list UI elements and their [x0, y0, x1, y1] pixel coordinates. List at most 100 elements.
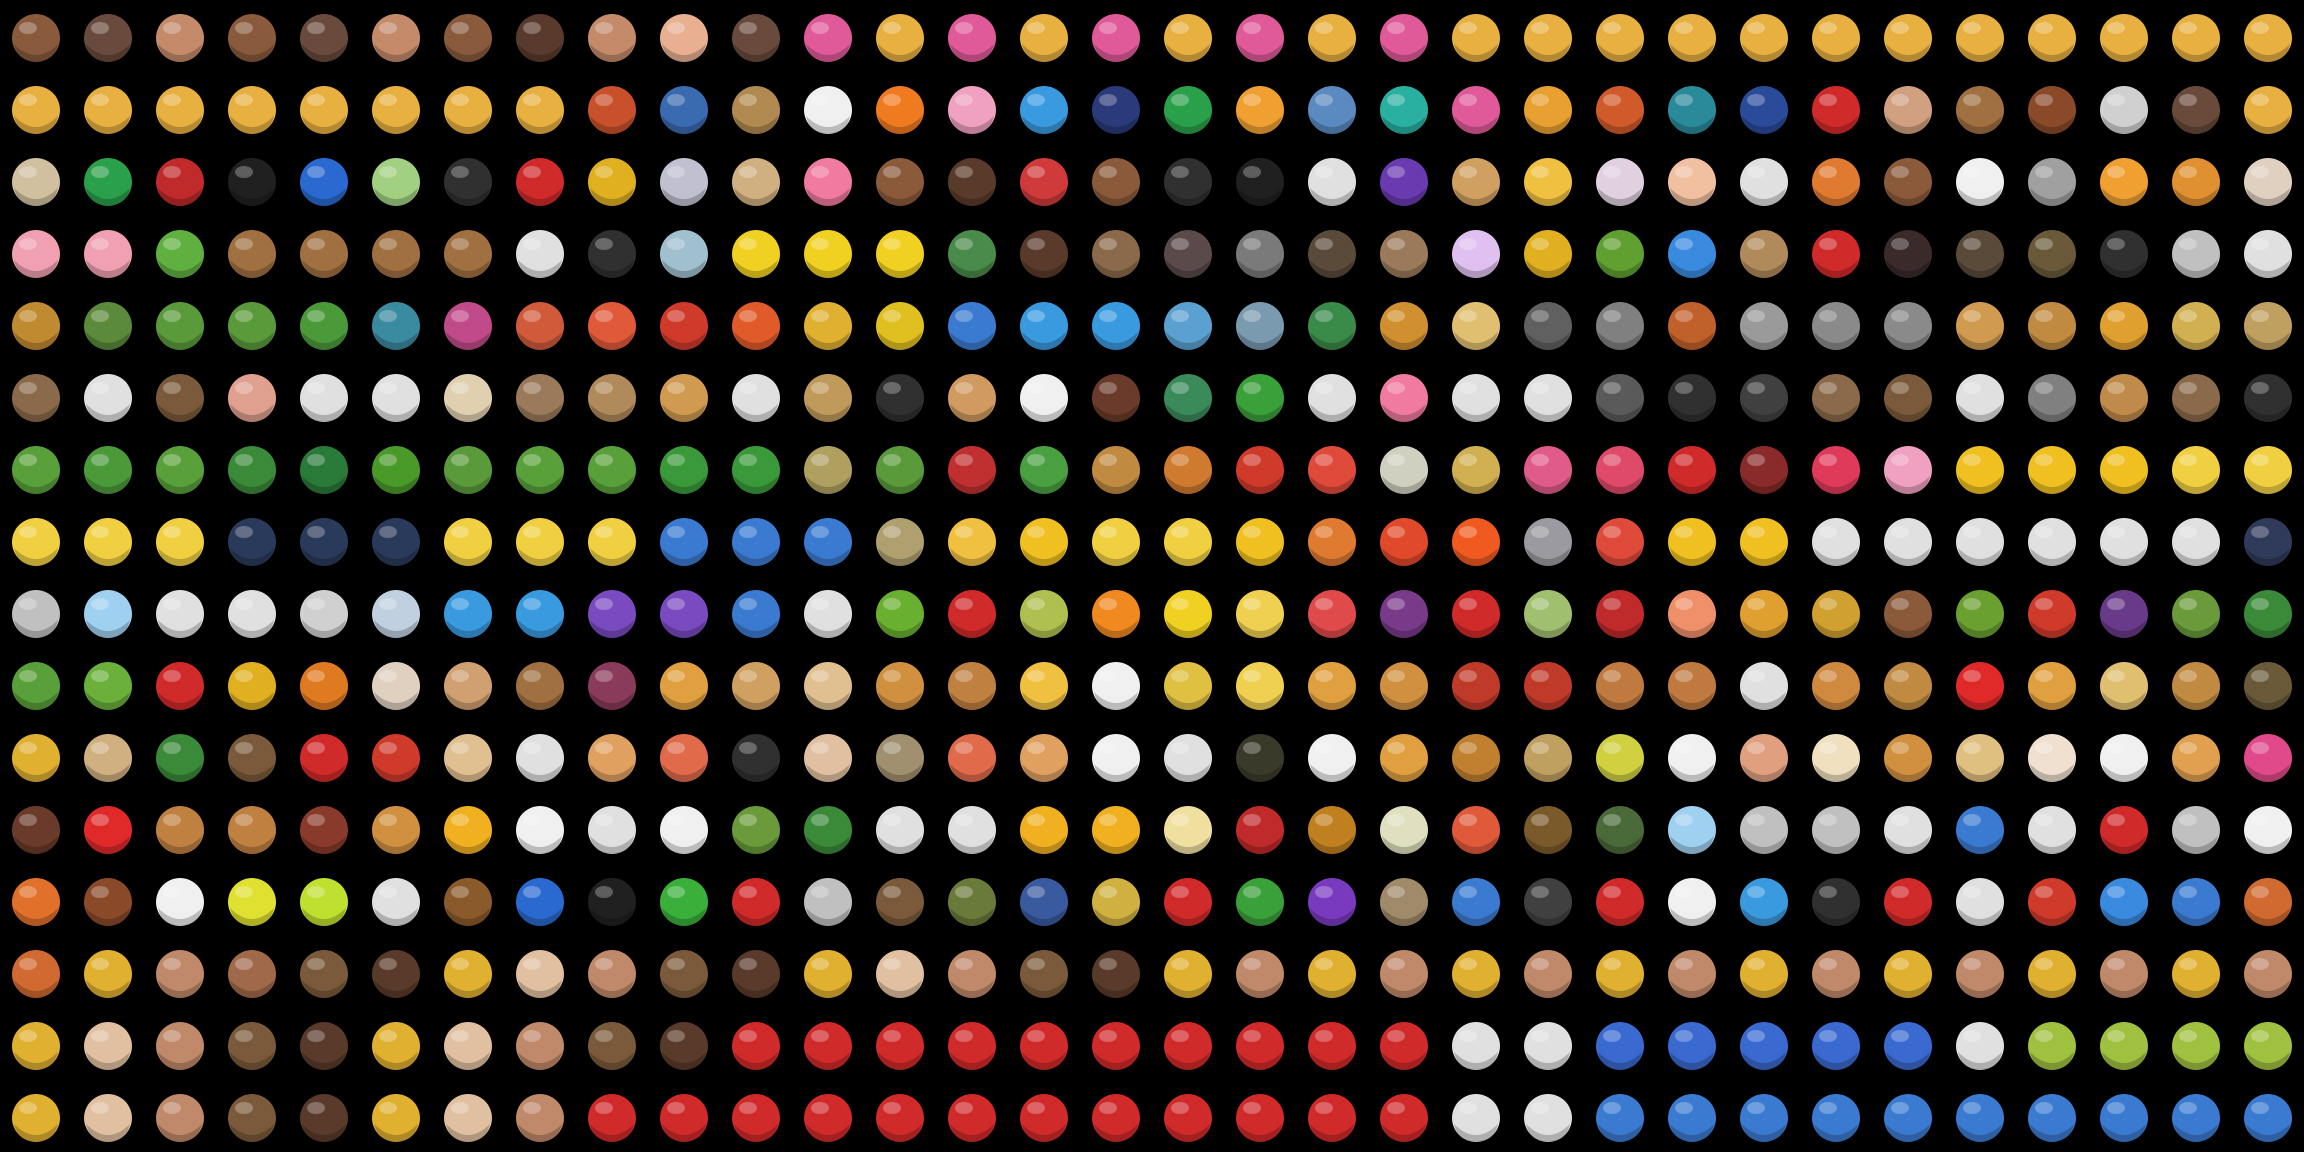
cricket-game-icon-highlight	[1099, 886, 1117, 898]
droplet-icon-highlight	[451, 598, 469, 610]
mate-icon	[1512, 792, 1584, 864]
curling-stone-icon-glyph	[2028, 878, 2076, 926]
grapes-icon-highlight	[1387, 598, 1405, 610]
juggling-golf-row	[0, 1080, 2304, 1152]
boar-icon	[1368, 216, 1440, 288]
family-icon-glyph	[84, 14, 132, 62]
person-lifting-weights-icon-highlight	[1171, 958, 1189, 970]
person-golfing-icon	[1584, 1080, 1656, 1152]
rose-icon	[1656, 432, 1728, 504]
pineapple-icon	[1800, 576, 1872, 648]
rabbit-icon	[1512, 360, 1584, 432]
palm-tree-icon-glyph	[444, 446, 492, 494]
tulip-icon	[1584, 432, 1656, 504]
family-icon-highlight	[163, 22, 181, 34]
boot-icon-highlight	[1963, 94, 1981, 106]
person-lifting-weights-icon	[288, 936, 360, 1008]
candy-icon-glyph	[2244, 734, 2292, 782]
lobster-icon	[648, 288, 720, 360]
fallen-leaf-icon	[1080, 432, 1152, 504]
jeans-icon	[1080, 72, 1152, 144]
full-moon-icon-glyph	[12, 518, 60, 566]
person-golfing-icon-highlight	[1387, 1102, 1405, 1114]
person-juggling-icon-glyph	[2172, 1022, 2220, 1070]
family-icon-glyph	[2100, 14, 2148, 62]
fork-knife-icon-glyph	[1812, 806, 1860, 854]
snowman-snow-icon-glyph	[156, 590, 204, 638]
person-lifting-weights-icon-glyph	[228, 950, 276, 998]
pizza-icon	[2016, 648, 2088, 720]
person-lifting-weights-icon	[1008, 936, 1080, 1008]
ramen-icon	[432, 720, 504, 792]
rice-cracker-icon	[1152, 720, 1224, 792]
birthday-cake-icon-glyph	[2028, 734, 2076, 782]
moon-cake-icon-highlight	[1387, 742, 1405, 754]
briefcase-icon-glyph	[948, 158, 996, 206]
person-golfing-icon-glyph	[2244, 1094, 2292, 1142]
rhinoceros-icon-highlight	[1819, 310, 1837, 322]
flat-shoe-icon-highlight	[1747, 94, 1765, 106]
flat-shoe-icon-glyph	[1740, 86, 1788, 134]
curry-icon-highlight	[595, 742, 613, 754]
red-apple-icon-highlight	[955, 598, 973, 610]
waxing-crescent-icon	[360, 504, 432, 576]
fish-cake-icon	[1224, 720, 1296, 792]
sweat-droplets-icon-glyph	[516, 590, 564, 638]
broccoli-icon-highlight	[2251, 598, 2269, 610]
person-handball-icon	[1224, 1008, 1296, 1080]
person-handball-icon-highlight	[1675, 1030, 1693, 1042]
butterfly-icon-glyph	[1740, 230, 1788, 278]
person-golfing-icon-highlight	[1099, 1102, 1117, 1114]
unicorn-icon	[1512, 216, 1584, 288]
butterfly-icon	[1728, 216, 1800, 288]
eagle-icon	[1080, 216, 1152, 288]
couple-heart-icon-glyph	[876, 14, 924, 62]
person-lifting-weights-icon	[648, 936, 720, 1008]
person-juggling-icon	[216, 1080, 288, 1152]
sunflower-icon-highlight	[2035, 454, 2053, 466]
plate-icon	[1872, 792, 1944, 864]
canned-food-icon-highlight	[307, 742, 325, 754]
water-wave-icon	[720, 576, 792, 648]
waffle-icon-glyph	[1380, 662, 1428, 710]
couple-heart-icon-highlight	[955, 22, 973, 34]
plate-icon-glyph	[1884, 806, 1932, 854]
canned-food-icon-glyph	[300, 734, 348, 782]
waning-gibbous-icon-highlight	[91, 526, 109, 538]
egg-icon	[1080, 648, 1152, 720]
family-icon-glyph	[444, 86, 492, 134]
handbag-icon	[864, 144, 936, 216]
hear-no-evil-monkey-icon-glyph	[372, 230, 420, 278]
high-heel-icon	[1800, 72, 1872, 144]
top-hat-icon-highlight	[235, 166, 253, 178]
person-cartwheel-icon-highlight	[1819, 958, 1837, 970]
hiking-boot-icon	[2160, 72, 2232, 144]
person-golfing-icon-highlight	[1459, 1102, 1477, 1114]
grapes-icon	[1368, 576, 1440, 648]
purse-icon-highlight	[811, 166, 829, 178]
person-golfing-icon-highlight	[1531, 1102, 1549, 1114]
skier-icon-glyph	[2172, 878, 2220, 926]
bamboo-icon	[864, 432, 936, 504]
sloth-icon-glyph	[1884, 374, 1932, 422]
paw-icon	[2232, 360, 2304, 432]
ice-cream-icon	[1656, 720, 1728, 792]
person-cartwheel-icon	[1584, 936, 1656, 1008]
high-heel-icon-glyph	[1812, 86, 1860, 134]
snake-icon	[144, 288, 216, 360]
dragon-icon-highlight	[19, 454, 37, 466]
sandal-icon-highlight	[1891, 94, 1909, 106]
hockey-icon-glyph	[876, 878, 924, 926]
person-juggling-icon-highlight	[235, 1102, 253, 1114]
green-salad-icon-glyph	[156, 734, 204, 782]
rescue-helmet-icon	[504, 144, 576, 216]
person-cartwheel-icon	[1944, 936, 2016, 1008]
tiger-icon-highlight	[1387, 310, 1405, 322]
bottle-pop-icon-highlight	[1603, 814, 1621, 826]
family-icon	[216, 0, 288, 72]
person-juggling-icon-highlight	[2035, 1030, 2053, 1042]
mango-icon	[1728, 576, 1800, 648]
person-cartwheel-icon-highlight	[307, 1030, 325, 1042]
rice-ball-icon	[1008, 720, 1080, 792]
wolf-icon-glyph	[1308, 230, 1356, 278]
